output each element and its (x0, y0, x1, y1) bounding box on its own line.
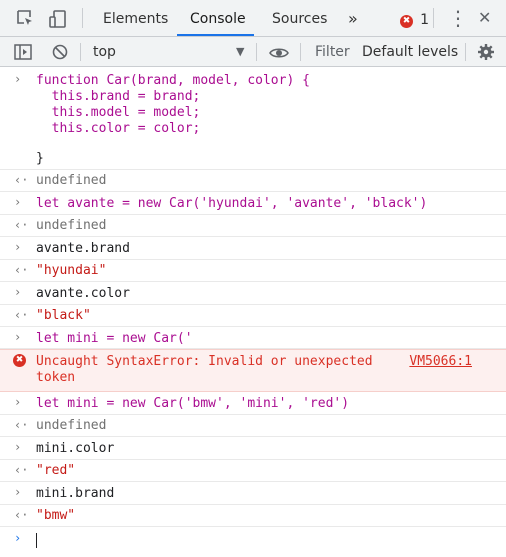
code-line: function Car(brand, model, color) { (36, 73, 310, 88)
log-levels-dropdown[interactable]: Default levels (362, 37, 458, 67)
code-line: mini.color (36, 441, 115, 456)
code-line: mini.brand (36, 486, 115, 501)
tab-sources[interactable]: Sources (272, 0, 327, 36)
console-output-entry: ‹· undefined (0, 170, 506, 192)
input-prompt-icon: › (14, 531, 22, 545)
input-prompt-icon: › (14, 195, 22, 209)
console-output-entry: ‹· "black" (0, 305, 506, 327)
error-icon: ✖ (13, 354, 26, 367)
error-message: token (36, 370, 76, 385)
output-value: "red" (36, 463, 76, 478)
sidebar-toggle-icon[interactable] (14, 44, 32, 60)
code-line: this.brand = brand; (36, 89, 201, 104)
toolbar-separator (300, 43, 301, 61)
console-output-entry: ‹· "hyundai" (0, 260, 506, 282)
input-prompt-icon: › (14, 285, 22, 299)
console-input-entry: › avante.color (0, 282, 506, 305)
tab-separator (433, 8, 434, 28)
input-prompt-icon: › (14, 330, 22, 344)
console-input-entry: › function Car(brand, model, color) { th… (0, 67, 506, 170)
clear-console-icon[interactable] (52, 44, 68, 60)
console-input-entry: › mini.brand (0, 482, 506, 505)
inspect-element-icon[interactable] (16, 9, 34, 27)
error-count: 1 (420, 12, 430, 28)
console-input-entry: › let mini = new Car(' (0, 327, 506, 349)
console-input-entry: › let mini = new Car('bmw', 'mini', 'red… (0, 392, 506, 415)
output-arrow-icon: ‹· (14, 173, 29, 187)
code-line: } (36, 151, 44, 166)
output-value: undefined (36, 218, 107, 233)
more-tabs-button[interactable]: » (348, 0, 358, 36)
tab-separator (82, 8, 83, 28)
code-line: let mini = new Car(' (36, 331, 193, 346)
toolbar-separator (256, 43, 257, 61)
close-icon[interactable]: ✕ (478, 8, 491, 27)
input-prompt-icon: › (14, 395, 22, 409)
output-value: "hyundai" (36, 263, 107, 278)
console-input-entry: › mini.color (0, 437, 506, 460)
output-arrow-icon: ‹· (14, 463, 29, 477)
toolbar-separator (465, 43, 466, 61)
error-icon: ✖ (400, 15, 413, 28)
console-output-entry: ‹· "bmw" (0, 505, 506, 527)
tab-console[interactable]: Console (190, 0, 246, 36)
code-line: this.model = model; (36, 105, 201, 120)
console-messages: › function Car(brand, model, color) { th… (0, 67, 506, 552)
console-output-entry: ‹· undefined (0, 215, 506, 237)
customize-kebab-icon[interactable]: ⋮ (448, 6, 468, 30)
input-prompt-icon: › (14, 485, 22, 499)
chevron-down-icon[interactable]: ▼ (236, 37, 244, 67)
tab-elements[interactable]: Elements (103, 0, 168, 36)
console-input-entry: › let avante = new Car('hyundai', 'avant… (0, 192, 506, 215)
output-arrow-icon: ‹· (14, 508, 29, 522)
error-source-link[interactable]: VM5066:1 (409, 354, 472, 370)
input-prompt-icon: › (14, 440, 22, 454)
settings-gear-icon[interactable] (477, 43, 495, 61)
eye-icon[interactable] (269, 45, 289, 59)
output-value: "black" (36, 308, 91, 323)
output-value: "bmw" (36, 508, 76, 523)
code-line: this.color = color; (36, 121, 201, 136)
device-toolbar-icon[interactable] (48, 9, 68, 29)
error-message: Uncaught SyntaxError: Invalid or unexpec… (36, 354, 373, 369)
filter-input[interactable]: Filter (315, 37, 350, 67)
output-value: undefined (36, 173, 107, 188)
console-prompt[interactable]: › (0, 527, 506, 557)
code-line: avante.color (36, 286, 130, 301)
toolbar-separator (80, 43, 81, 61)
console-output-entry: ‹· "red" (0, 460, 506, 482)
devtools-tab-bar: Elements Console Sources » ✖ 1 ⋮ ✕ (0, 0, 506, 37)
output-value: undefined (36, 418, 107, 433)
output-arrow-icon: ‹· (14, 263, 29, 277)
input-prompt-icon: › (14, 240, 22, 254)
code-line: avante.brand (36, 241, 130, 256)
console-input[interactable] (36, 533, 37, 550)
output-arrow-icon: ‹· (14, 308, 29, 322)
console-error-entry: ✖ Uncaught SyntaxError: Invalid or unexp… (0, 349, 506, 392)
context-selector[interactable]: top (93, 37, 116, 67)
output-arrow-icon: ‹· (14, 418, 29, 432)
active-tab-indicator (177, 34, 254, 36)
code-line: let avante = new Car('hyundai', 'avante'… (36, 196, 428, 211)
output-arrow-icon: ‹· (14, 218, 29, 232)
error-count-badge[interactable]: ✖ 1 (400, 11, 430, 28)
text-caret (36, 533, 37, 548)
console-toolbar: top ▼ Filter Default levels (0, 37, 506, 67)
console-input-entry: › avante.brand (0, 237, 506, 260)
console-output-entry: ‹· undefined (0, 415, 506, 437)
input-prompt-icon: › (14, 72, 22, 86)
code-line: let mini = new Car('bmw', 'mini', 'red') (36, 396, 350, 411)
